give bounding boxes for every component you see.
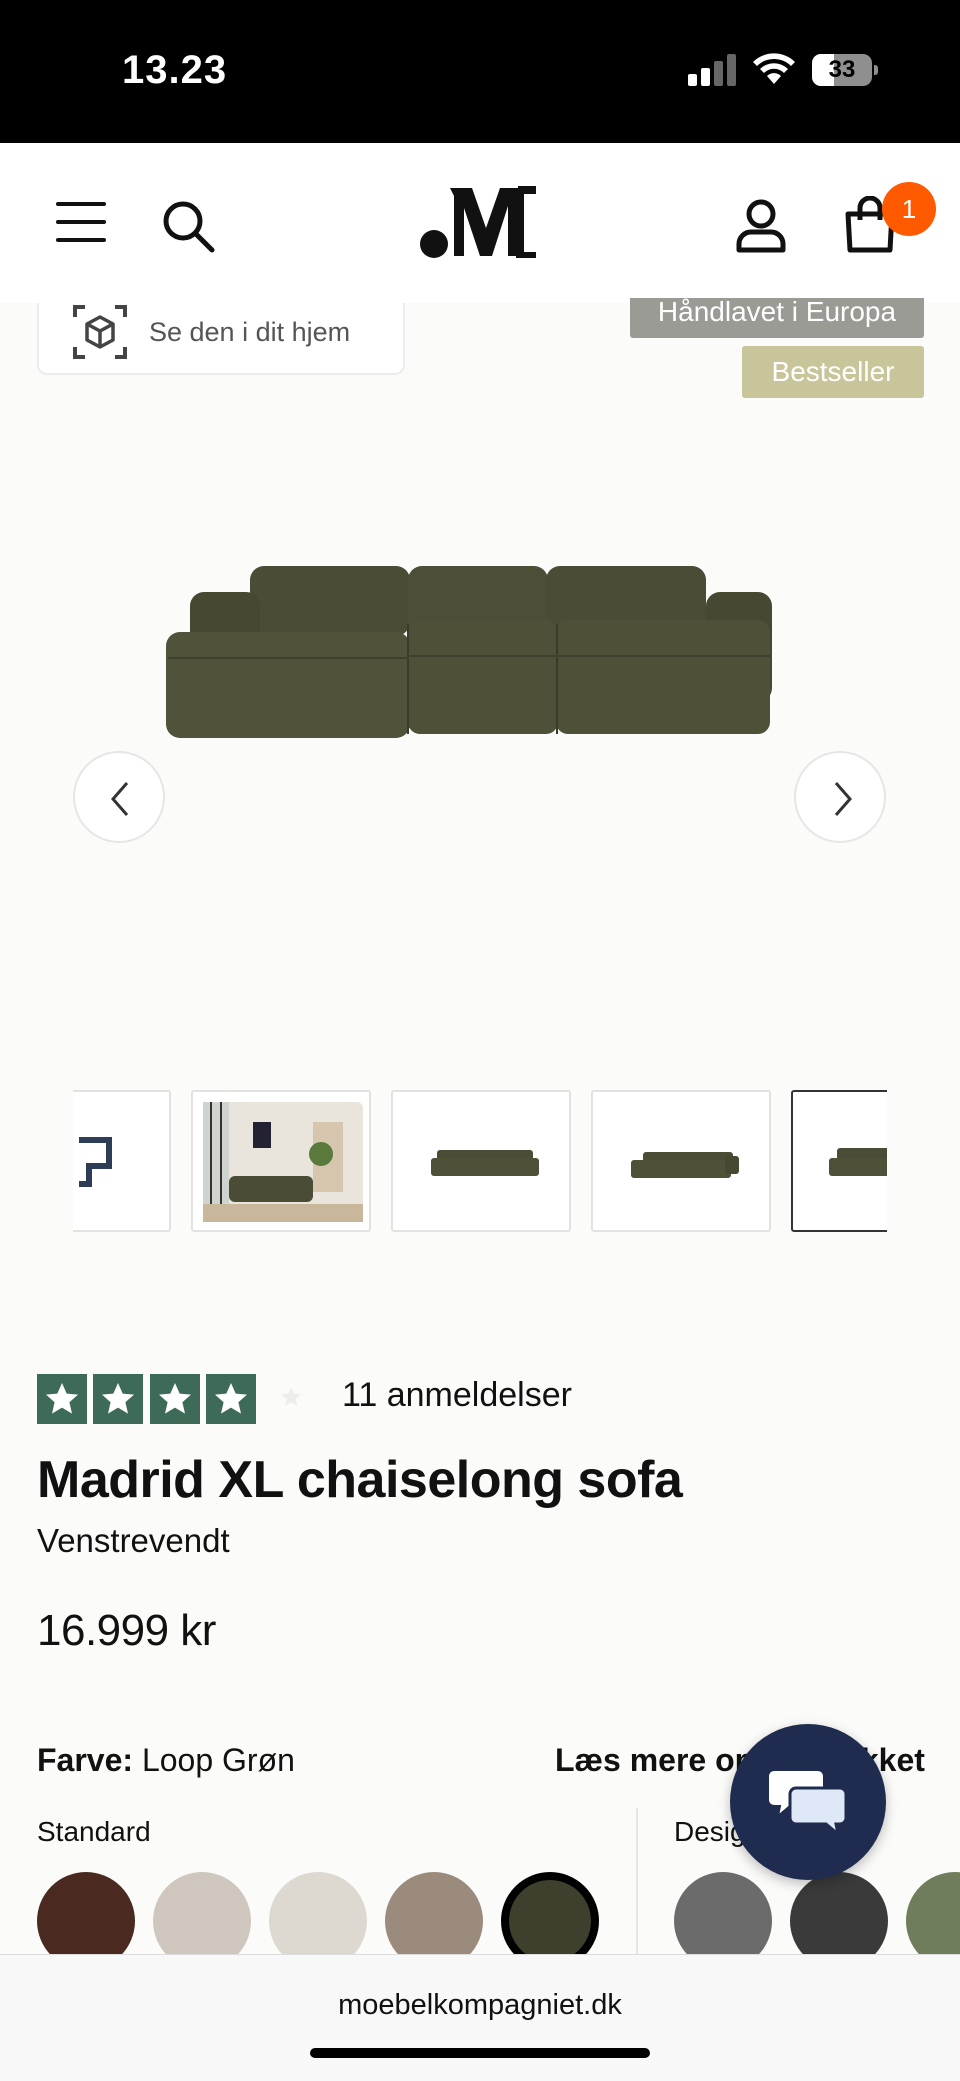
product-title: Madrid XL chaiselong sofa: [37, 1451, 683, 1509]
thumbnail-room[interactable]: [191, 1090, 371, 1232]
account-icon[interactable]: [734, 198, 788, 254]
star-icon: [150, 1374, 200, 1424]
wifi-icon: [753, 53, 795, 84]
thumbnail-sofa-side[interactable]: [591, 1090, 771, 1232]
logo[interactable]: [420, 182, 540, 262]
search-icon[interactable]: [160, 198, 216, 254]
ar-view-label: Se den i dit hjem: [149, 317, 351, 347]
color-value: Loop Grøn: [141, 1742, 295, 1778]
product-price: 16.999 kr: [37, 1606, 216, 1655]
next-image-button[interactable]: [794, 751, 886, 843]
battery-level: 33: [828, 56, 856, 83]
menu-icon[interactable]: [56, 200, 110, 244]
product-image-sofa[interactable]: [160, 560, 780, 740]
previous-image-button[interactable]: [73, 751, 165, 843]
star-icon: [206, 1374, 256, 1424]
swatch-group-standard-label: Standard: [37, 1816, 151, 1847]
home-indicator[interactable]: [310, 2048, 650, 2058]
thumbnail-sofa-angle[interactable]: [791, 1090, 887, 1232]
thumbnail-sofa-front[interactable]: [391, 1090, 571, 1232]
badge-bestseller: Bestseller: [742, 346, 924, 398]
color-label-key: Farve:: [37, 1742, 134, 1778]
chat-button[interactable]: [730, 1724, 886, 1880]
badge-handmade-europe: Håndlavet i Europa: [630, 298, 924, 338]
star-icon: [37, 1374, 87, 1424]
chat-bubbles-icon: [768, 1769, 848, 1838]
ar-view-button[interactable]: Se den i dit hjem: [37, 303, 405, 375]
product-variant: Venstrevendt: [37, 1522, 230, 1559]
chevron-left-icon: [111, 782, 129, 816]
status-bar: 13.23 33: [0, 0, 960, 143]
thumbnail-dimensions[interactable]: [73, 1090, 171, 1232]
cellular-signal-icon: [688, 54, 738, 86]
star-outline-icon: [281, 1387, 301, 1406]
swatch-group-divider: [636, 1808, 638, 1958]
thumbnail-strip: [73, 1090, 887, 1232]
browser-address-bar[interactable]: moebelkompagniet.dk: [0, 1954, 960, 2081]
ar-cube-icon: [73, 305, 127, 359]
star-icon: [93, 1374, 143, 1424]
chevron-right-icon: [834, 782, 852, 816]
reviews-link[interactable]: 11 anmeldelser: [342, 1376, 572, 1415]
battery-icon: 33: [812, 54, 878, 86]
cart-count-badge: 1: [882, 182, 936, 236]
browser-url[interactable]: moebelkompagniet.dk: [0, 1989, 960, 2022]
status-time: 13.23: [122, 48, 228, 92]
color-label: Farve: Loop Grøn: [37, 1742, 295, 1779]
